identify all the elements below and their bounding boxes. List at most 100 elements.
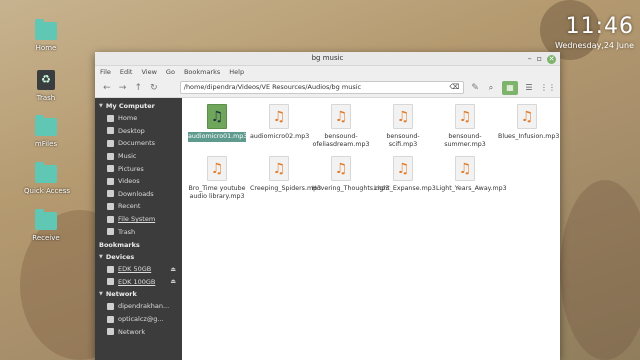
sidebar-item-device[interactable]: EDK 50GB ⏏	[95, 263, 182, 276]
file-item[interactable]: ♫ audiomicro01.mp3	[188, 104, 248, 142]
pictures-icon	[107, 165, 114, 173]
sidebar-section-my-computer[interactable]: ▼ My Computer	[95, 100, 182, 112]
up-arrow-icon[interactable]: ↑	[130, 83, 146, 93]
file-item[interactable]: ♫ bensound-summer.mp3	[436, 104, 494, 149]
file-item[interactable]: ♫ Light_Years_Away.mp3	[436, 156, 507, 194]
file-item[interactable]: ♫ Creeping_Spiders.mp3	[250, 156, 322, 194]
file-name: Light_Expanse.mp3	[374, 185, 436, 192]
search-icon[interactable]: ⌕	[483, 81, 499, 95]
sidebar-item-recent[interactable]: Recent	[95, 200, 182, 213]
file-manager-window: bg music – ▫ ✕ File Edit View Go Bookmar…	[95, 52, 560, 360]
sidebar: ▼ My Computer Home Desktop Documents Musi…	[95, 98, 182, 360]
videos-icon	[107, 177, 114, 185]
desktop-icon-label: Receive	[32, 234, 60, 242]
menu-go[interactable]: Go	[166, 68, 175, 76]
menu-file[interactable]: File	[100, 68, 111, 76]
file-name: Bro_Time youtube audio library.mp3	[188, 185, 246, 200]
sidebar-item-label: Videos	[118, 177, 140, 186]
sidebar-item-pictures[interactable]: Pictures	[95, 162, 182, 175]
sidebar-section-bookmarks[interactable]: Bookmarks	[95, 239, 182, 251]
list-view-button[interactable]: ☰	[521, 81, 537, 95]
menu-edit[interactable]: Edit	[120, 68, 133, 76]
sidebar-item-file-system[interactable]: File System	[95, 213, 182, 226]
sidebar-item-label: Trash	[118, 227, 136, 236]
toggle-location-icon[interactable]: ✎	[467, 83, 483, 93]
clear-location-icon[interactable]: ⌫	[449, 82, 459, 93]
home-icon	[107, 114, 114, 122]
file-item[interactable]: ♫ bensound-scifi.mp3	[374, 104, 432, 149]
folder-icon	[35, 19, 57, 40]
sidebar-item-network-share[interactable]: opticalcz@g...	[95, 313, 182, 326]
location-bar[interactable]: /home/dipendra/Videos/VE Resources/Audio…	[179, 81, 465, 94]
sidebar-item-label: Network	[118, 327, 146, 336]
menu-bookmarks[interactable]: Bookmarks	[184, 68, 220, 76]
compact-view-button[interactable]: ⋮⋮	[540, 81, 556, 95]
back-arrow-icon[interactable]: ←	[99, 83, 115, 93]
section-label: Devices	[105, 252, 135, 261]
sidebar-item-videos[interactable]: Videos	[95, 175, 182, 188]
audio-file-icon: ♫	[393, 104, 413, 129]
sidebar-item-label: Recent	[118, 202, 141, 211]
sidebar-item-network-share[interactable]: dipendrakhan...	[95, 300, 182, 313]
downloads-icon	[107, 190, 114, 198]
sidebar-item-device[interactable]: EDK 100GB ⏏	[95, 276, 182, 289]
network-drive-icon	[107, 302, 114, 310]
menu-help[interactable]: Help	[229, 68, 244, 76]
window-title: bg music	[311, 54, 344, 62]
audio-file-icon: ♫	[331, 156, 351, 181]
eject-icon[interactable]: ⏏	[170, 278, 176, 285]
file-item[interactable]: ♫ Light_Expanse.mp3	[374, 156, 436, 194]
file-item[interactable]: ♫ Hovering_Thoughts.mp3	[312, 156, 389, 194]
desktop-icon-quick-access[interactable]: Quick Access	[24, 162, 70, 195]
music-icon	[107, 152, 114, 160]
desktop-icon-home[interactable]: Home	[24, 19, 68, 52]
file-item[interactable]: ♫ Blues_Infusion.mp3	[498, 104, 560, 142]
file-item[interactable]: ♫ audiomicro02.mp3	[250, 104, 310, 142]
desktop-icon-mfiles[interactable]: mFiles	[24, 115, 68, 148]
minimize-button[interactable]: –	[528, 54, 532, 64]
sidebar-item-documents[interactable]: Documents	[95, 137, 182, 150]
clock-date: Wednesday,24 June	[554, 41, 634, 50]
sidebar-item-home[interactable]: Home	[95, 112, 182, 125]
sidebar-item-label: EDK 50GB	[118, 265, 152, 274]
close-button[interactable]: ✕	[547, 54, 556, 64]
icon-view-button[interactable]: ▦	[502, 80, 518, 95]
audio-file-icon: ♫	[455, 156, 475, 181]
title-bar[interactable]: bg music – ▫ ✕	[95, 52, 560, 66]
file-item[interactable]: ♫ bensound-ofeliasdream.mp3	[312, 104, 370, 149]
sidebar-item-network[interactable]: Network	[95, 325, 182, 338]
audio-file-icon: ♫	[269, 156, 289, 181]
toolbar: ← → ↑ ↻ /home/dipendra/Videos/VE Resourc…	[95, 78, 560, 98]
file-item[interactable]: ♫ Bro_Time youtube audio library.mp3	[188, 156, 246, 201]
file-name: Creeping_Spiders.mp3	[250, 185, 322, 192]
desktop-icon-receive[interactable]: Receive	[24, 209, 68, 242]
drive-icon	[107, 278, 114, 286]
folder-icon	[35, 209, 57, 230]
section-label: My Computer	[105, 102, 155, 110]
menu-view[interactable]: View	[141, 68, 156, 76]
clock-time: 11:46	[565, 14, 634, 39]
eject-icon[interactable]: ⏏	[170, 266, 176, 273]
desktop-clock: 11:46 Wednesday,24 June	[555, 14, 634, 50]
desktop-icon-trash[interactable]: ♻ Trash	[24, 70, 68, 102]
sidebar-item-downloads[interactable]: Downloads	[95, 188, 182, 201]
recent-icon	[107, 202, 114, 210]
file-name: audiomicro01.mp3	[188, 132, 248, 142]
sidebar-item-label: EDK 100GB	[118, 277, 156, 286]
reload-icon[interactable]: ↻	[146, 83, 162, 93]
sidebar-item-trash[interactable]: Trash	[95, 225, 182, 238]
sidebar-section-network[interactable]: ▼ Network	[95, 288, 182, 300]
forward-arrow-icon[interactable]: →	[115, 83, 131, 93]
file-name: audiomicro02.mp3	[250, 133, 310, 140]
maximize-button[interactable]: ▫	[537, 54, 542, 64]
trash-icon: ♻	[37, 70, 55, 90]
sidebar-item-music[interactable]: Music	[95, 150, 182, 163]
sidebar-section-devices[interactable]: ▼ Devices	[95, 251, 182, 263]
desktop-icon-label: Quick Access	[24, 187, 70, 195]
sidebar-item-desktop[interactable]: Desktop	[95, 125, 182, 138]
audio-file-icon: ♫	[331, 104, 351, 129]
file-name: bensound-summer.mp3	[444, 133, 486, 148]
file-name: Blues_Infusion.mp3	[498, 133, 560, 140]
drive-icon	[107, 215, 114, 223]
folder-icon	[35, 115, 57, 136]
